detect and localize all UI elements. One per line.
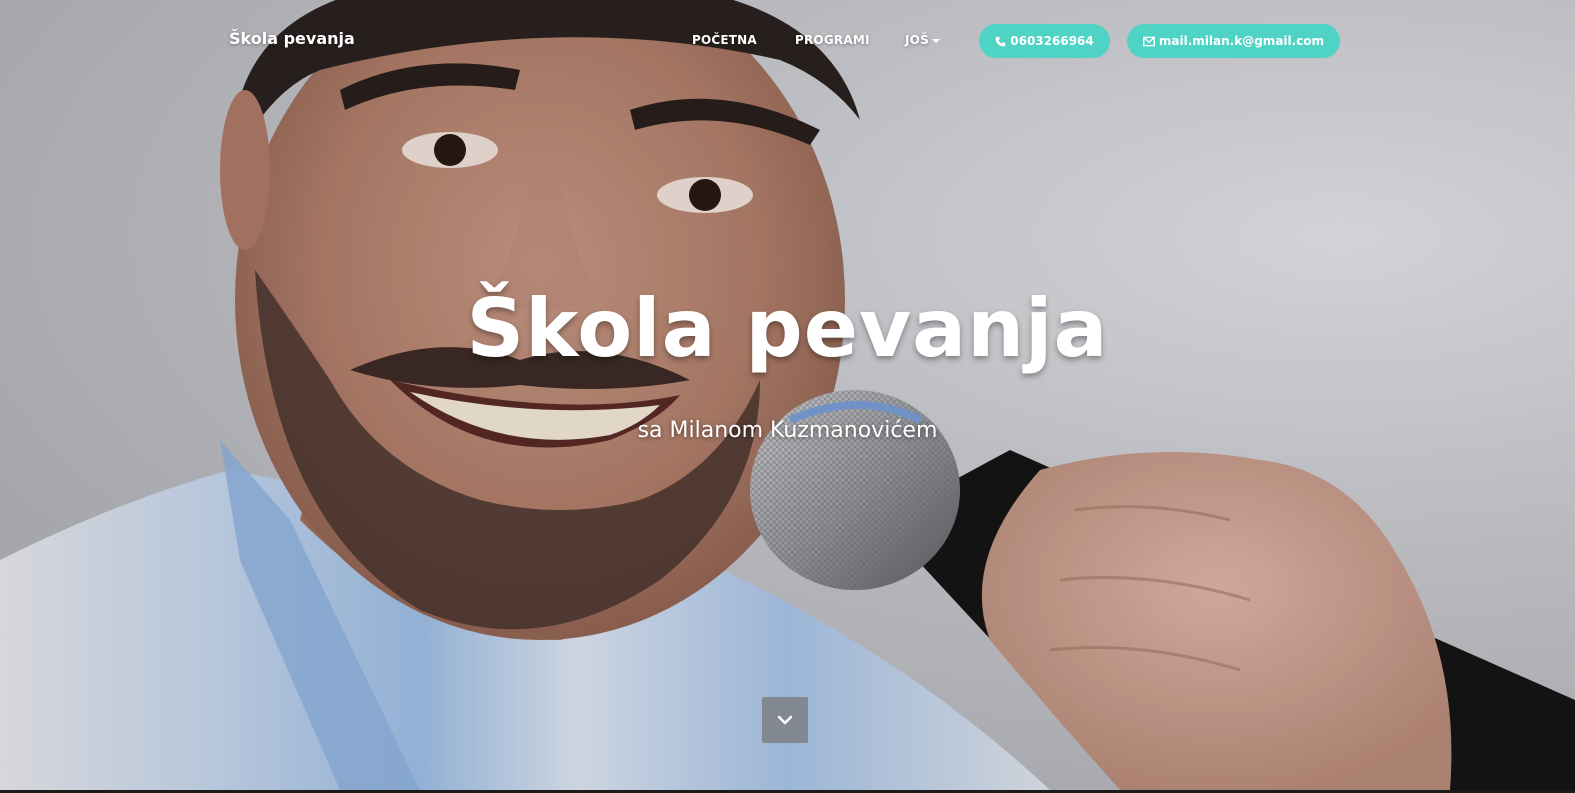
phone-number: 0603266964 bbox=[1010, 34, 1094, 48]
top-navbar: Škola pevanja POČETNA PROGRAMI JOŠ 06032… bbox=[0, 0, 1575, 80]
chevron-down-icon bbox=[777, 715, 793, 725]
hero-section: Škola pevanja POČETNA PROGRAMI JOŠ 06032… bbox=[0, 0, 1575, 790]
envelope-icon bbox=[1142, 36, 1155, 46]
nav-dropdown-more[interactable]: JOŠ bbox=[905, 33, 940, 47]
phone-button[interactable]: 0603266964 bbox=[979, 24, 1110, 58]
phone-icon bbox=[995, 36, 1006, 46]
hero-subtitle: sa Milanom Kuzmanovićem bbox=[637, 418, 938, 443]
brand-logo-link[interactable]: Škola pevanja bbox=[229, 29, 355, 48]
caret-down-icon bbox=[931, 38, 940, 43]
hero-background-photo bbox=[0, 0, 1575, 790]
nav-dropdown-more-label: JOŠ bbox=[905, 33, 929, 47]
email-address: mail.milan.k@gmail.com bbox=[1158, 34, 1325, 48]
email-button[interactable]: mail.milan.k@gmail.com bbox=[1127, 24, 1340, 58]
hero-title: Škola pevanja bbox=[466, 282, 1109, 375]
nav-link-home[interactable]: POČETNA bbox=[692, 33, 757, 47]
nav-link-programs[interactable]: PROGRAMI bbox=[795, 33, 870, 47]
scroll-down-button[interactable] bbox=[762, 697, 808, 743]
